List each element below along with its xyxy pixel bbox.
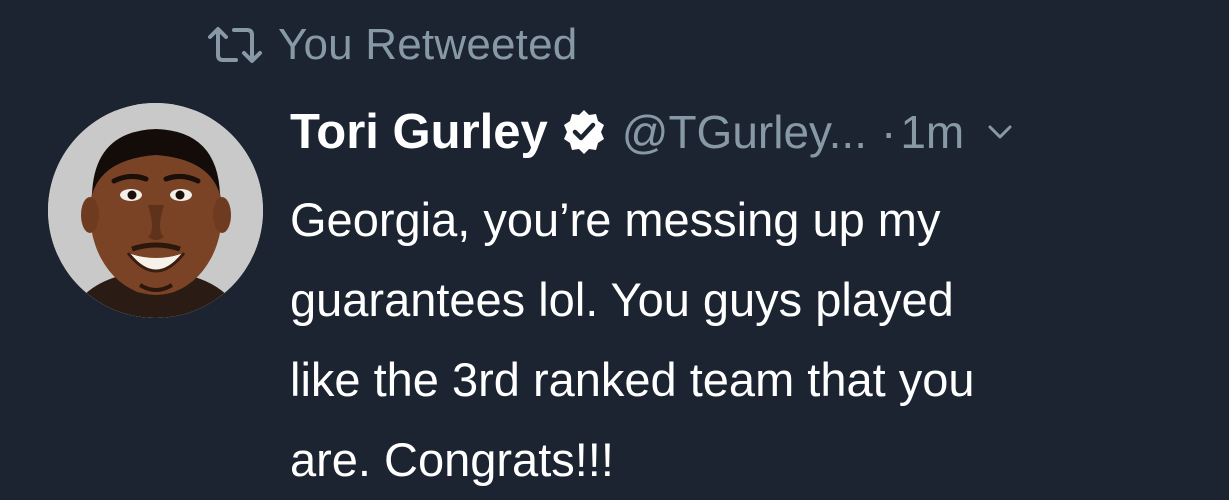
tweet-text-line: are. Congrats!!! bbox=[290, 433, 614, 486]
author-handle[interactable]: @TGurley... bbox=[622, 105, 867, 159]
chevron-down-icon[interactable] bbox=[986, 122, 1014, 142]
tweet-header: Tori Gurley @TGurley... · 1m bbox=[290, 100, 1014, 164]
tweet-text: Georgia, you’re messing up my guarantees… bbox=[290, 180, 1190, 500]
verified-badge-icon bbox=[560, 108, 608, 156]
retweet-label: You Retweeted bbox=[278, 20, 578, 69]
tweet-text-line: Georgia, you’re messing up my bbox=[290, 193, 941, 246]
retweet-context: You Retweeted bbox=[206, 18, 577, 72]
avatar[interactable] bbox=[48, 103, 263, 318]
author-display-name[interactable]: Tori Gurley bbox=[290, 104, 548, 160]
tweet-text-line: guarantees lol. You guys played bbox=[290, 273, 954, 326]
separator-dot: · bbox=[880, 106, 897, 158]
tweet-timestamp[interactable]: 1m bbox=[900, 105, 964, 159]
tweet-text-line: like the 3rd ranked team that you bbox=[290, 353, 975, 406]
retweet-icon bbox=[206, 25, 264, 65]
tweet-card[interactable]: You Retweeted Tori Gurley @TGurley... · … bbox=[0, 0, 1229, 490]
